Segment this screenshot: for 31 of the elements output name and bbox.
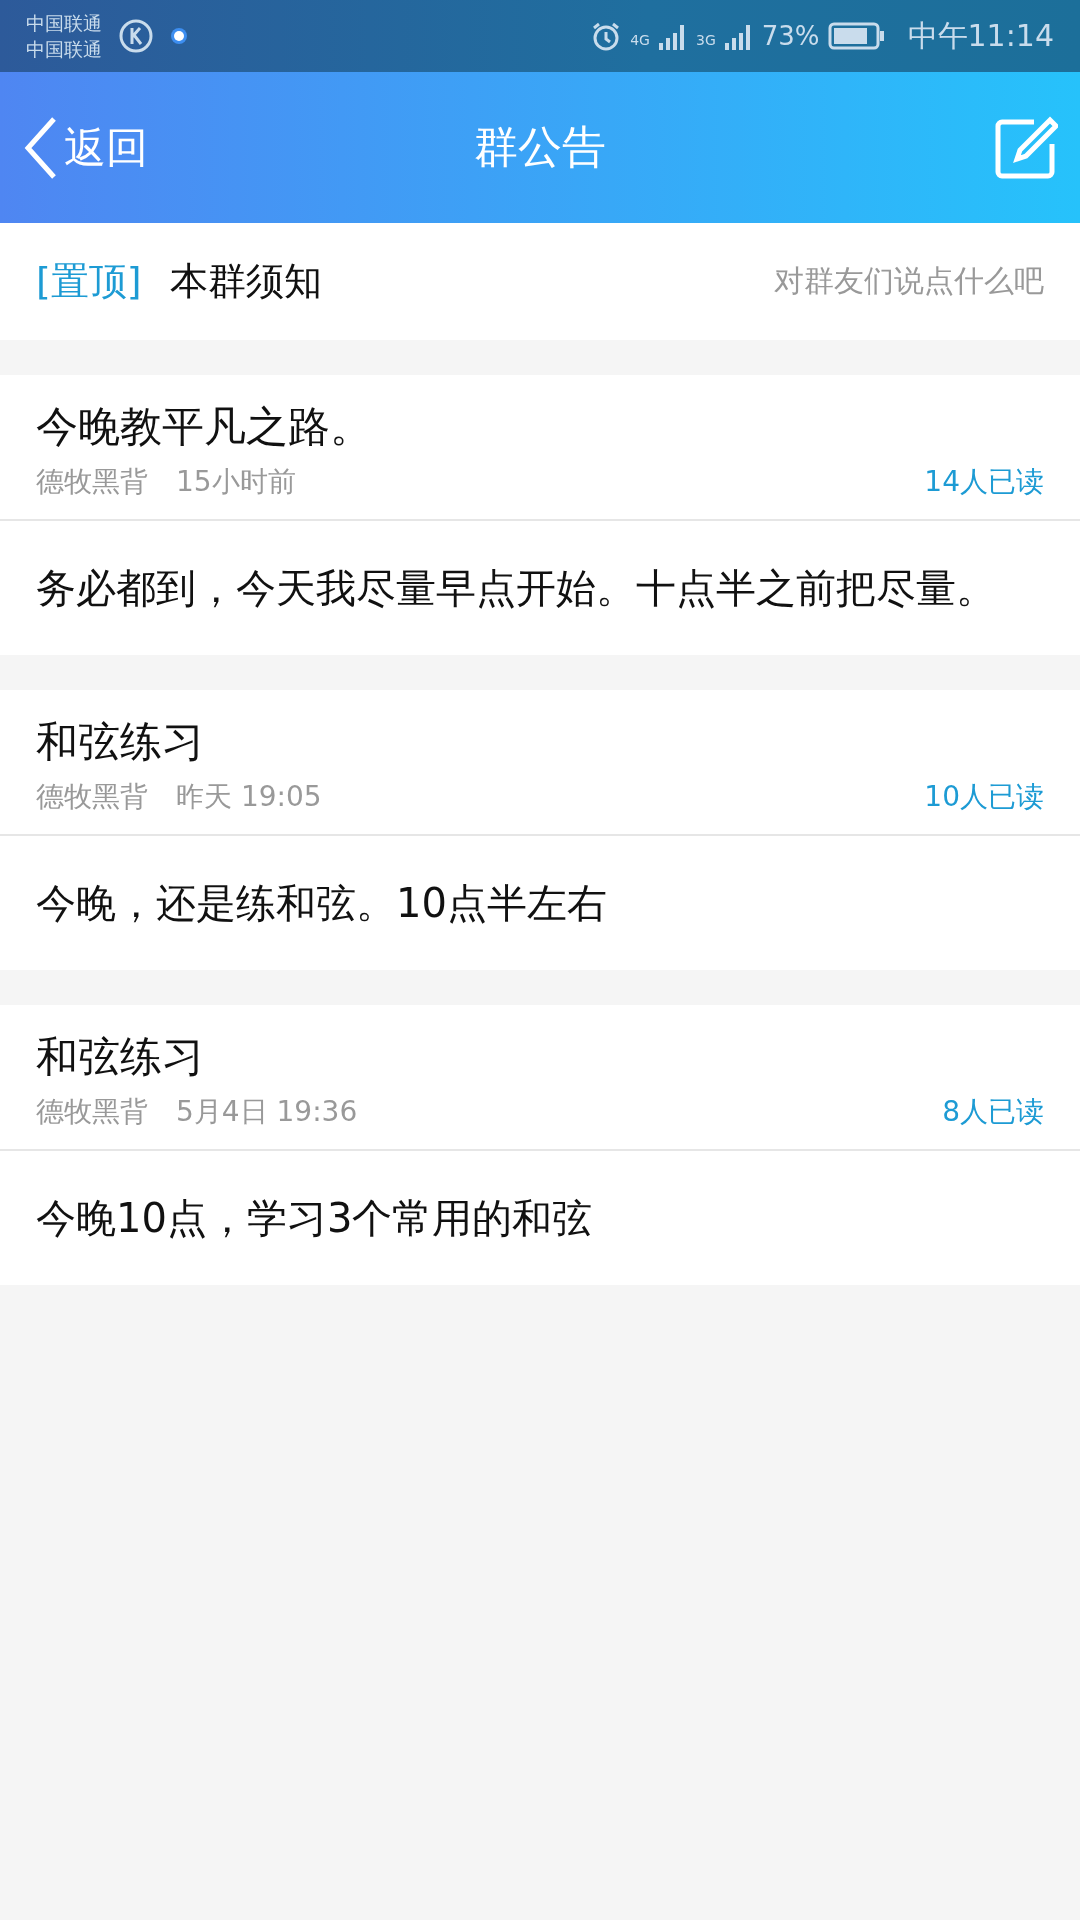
- app-badge-icon: [170, 27, 188, 45]
- notice-body: 务必都到，今天我尽量早点开始。十点半之前把尽量。: [35, 564, 997, 613]
- network-type: 4G: [630, 31, 650, 48]
- read-count: 10人已读: [924, 779, 1044, 815]
- author-name: 德牧黑背: [36, 779, 148, 815]
- post-time: 15小时前: [176, 464, 296, 500]
- notice-title: 本群须知: [169, 258, 322, 305]
- notice-title: 和弦练习: [36, 1031, 205, 1083]
- carrier-name: 中国联通: [26, 11, 102, 36]
- author-name: 德牧黑背: [36, 1094, 148, 1130]
- back-chevron-icon: [24, 115, 58, 180]
- battery-percent: 73%: [761, 21, 820, 51]
- carrier-name: 中国联通: [26, 37, 102, 62]
- edit-icon[interactable]: [994, 115, 1058, 180]
- clock-time: 中午11:14: [907, 16, 1054, 55]
- read-count: 14人已读: [924, 464, 1044, 500]
- pinned-tag: [置顶]: [36, 256, 142, 307]
- notice-body: 今晚10点，学习3个常用的和弦: [35, 1194, 594, 1243]
- notice-title: 和弦练习: [36, 716, 205, 768]
- notice-body: 今晚，还是练和弦。10点半左右: [35, 879, 608, 928]
- k-circle-icon: [118, 18, 154, 54]
- notice-title: 今晚教平凡之路。: [36, 401, 373, 453]
- pinned-notice[interactable]: [置顶] 本群须知 对群友们说点什么吧: [0, 223, 1080, 340]
- post-time: 5月4日 19:36: [176, 1094, 358, 1130]
- author-name: 德牧黑背: [36, 464, 148, 500]
- read-count: 8人已读: [942, 1094, 1044, 1130]
- battery-icon: [827, 21, 886, 51]
- network-type: 3G: [695, 31, 716, 48]
- page-title: 群公告: [474, 121, 606, 172]
- prompt-hint: 对群友们说点什么吧: [774, 262, 1044, 300]
- post-time: 昨天 19:05: [176, 779, 322, 815]
